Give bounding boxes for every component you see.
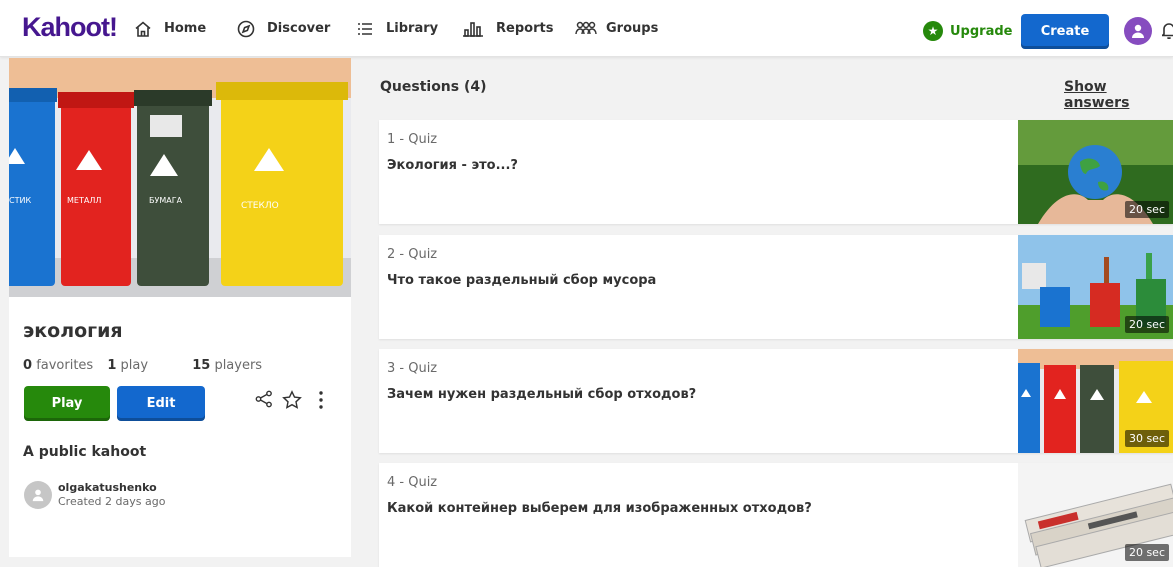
list-icon bbox=[356, 20, 374, 38]
question-image: 30 sec bbox=[1018, 349, 1173, 453]
kahoot-title: экология bbox=[23, 320, 123, 342]
cover-image: СТИК МЕТАЛЛ БУМАГА СТЕКЛО bbox=[9, 58, 351, 297]
creator-info: olgakatushenko Created 2 days ago bbox=[24, 481, 165, 509]
question-card[interactable]: 1 - Quiz Экология - это...? 20 sec bbox=[379, 120, 1173, 224]
time-limit-badge: 20 sec bbox=[1124, 544, 1169, 561]
question-type: 1 - Quiz bbox=[387, 132, 438, 147]
question-text: Экология - это...? bbox=[387, 158, 518, 173]
question-type: 3 - Quiz bbox=[387, 361, 438, 376]
upgrade-label: Upgrade bbox=[950, 23, 1013, 39]
favorites-label: favorites bbox=[36, 358, 94, 373]
share-icon[interactable] bbox=[255, 390, 273, 408]
bar-chart-icon bbox=[462, 20, 484, 38]
upgrade-link[interactable]: ★ Upgrade bbox=[923, 21, 1012, 41]
created-date: Created 2 days ago bbox=[58, 495, 166, 508]
kahoot-logo[interactable]: Kahoot! bbox=[22, 12, 118, 43]
question-image: 20 sec bbox=[1018, 463, 1173, 567]
nav-discover-label: Discover bbox=[267, 21, 331, 36]
user-icon bbox=[1132, 24, 1144, 38]
more-options-icon[interactable] bbox=[318, 390, 324, 410]
question-image: 20 sec bbox=[1018, 120, 1173, 224]
star-icon: ★ bbox=[923, 21, 943, 41]
creator-name[interactable]: olgakatushenko bbox=[58, 481, 165, 495]
question-image: 20 sec bbox=[1018, 235, 1173, 339]
nav-discover[interactable]: Discover bbox=[237, 0, 330, 57]
cover-label-2: МЕТАЛЛ bbox=[67, 196, 101, 205]
question-card[interactable]: 2 - Quiz Что такое раздельный сбор мусор… bbox=[379, 235, 1173, 339]
kahoot-stats: 0 favorites 1 play 15 players bbox=[23, 358, 343, 373]
question-type: 4 - Quiz bbox=[387, 475, 438, 490]
cover-label-1: СТИК bbox=[9, 196, 31, 205]
star-outline-icon[interactable] bbox=[282, 390, 302, 410]
play-button[interactable]: Play bbox=[24, 386, 110, 421]
time-limit-badge: 20 sec bbox=[1124, 316, 1169, 333]
players-count: 15 bbox=[192, 358, 211, 373]
question-type: 2 - Quiz bbox=[387, 247, 438, 262]
question-text: Какой контейнер выберем для изображенных… bbox=[387, 501, 812, 516]
bell-icon[interactable] bbox=[1160, 21, 1173, 43]
kahoot-details-panel: СТИК МЕТАЛЛ БУМАГА СТЕКЛО экология 0 fav… bbox=[9, 58, 351, 557]
nav-home[interactable]: Home bbox=[134, 0, 206, 57]
home-icon bbox=[134, 20, 152, 38]
time-limit-badge: 30 sec bbox=[1124, 430, 1169, 447]
groups-icon bbox=[574, 20, 598, 38]
creator-avatar[interactable] bbox=[24, 481, 52, 509]
plays-count: 1 bbox=[107, 358, 117, 373]
plays-label: play bbox=[120, 358, 149, 373]
show-answers-link[interactable]: Show answers bbox=[1064, 79, 1173, 111]
questions-heading: Questions (4) bbox=[380, 79, 487, 95]
nav-library[interactable]: Library bbox=[356, 0, 438, 57]
edit-button[interactable]: Edit bbox=[117, 386, 205, 421]
cover-label-4: СТЕКЛО bbox=[241, 201, 279, 211]
compass-icon bbox=[237, 20, 255, 38]
user-avatar[interactable] bbox=[1124, 17, 1152, 45]
question-card[interactable]: 3 - Quiz Зачем нужен раздельный сбор отх… bbox=[379, 349, 1173, 453]
top-navigation-bar: Kahoot! Home Discover Library Reports Gr… bbox=[0, 0, 1173, 57]
nav-home-label: Home bbox=[164, 21, 207, 36]
nav-groups-label: Groups bbox=[606, 21, 659, 36]
question-text: Зачем нужен раздельный сбор отходов? bbox=[387, 387, 697, 402]
cover-label-3: БУМАГА bbox=[149, 196, 183, 205]
favorites-count: 0 bbox=[23, 358, 33, 373]
nav-reports-label: Reports bbox=[496, 21, 554, 36]
nav-library-label: Library bbox=[386, 21, 439, 36]
time-limit-badge: 20 sec bbox=[1124, 201, 1169, 218]
create-button[interactable]: Create bbox=[1021, 14, 1109, 49]
question-text: Что такое раздельный сбор мусора bbox=[387, 273, 657, 288]
question-card[interactable]: 4 - Quiz Какой контейнер выберем для изо… bbox=[379, 463, 1173, 567]
nav-groups[interactable]: Groups bbox=[574, 0, 658, 57]
visibility-label: A public kahoot bbox=[23, 444, 147, 460]
user-icon bbox=[32, 489, 44, 502]
nav-reports[interactable]: Reports bbox=[462, 0, 553, 57]
players-label: players bbox=[214, 358, 263, 373]
